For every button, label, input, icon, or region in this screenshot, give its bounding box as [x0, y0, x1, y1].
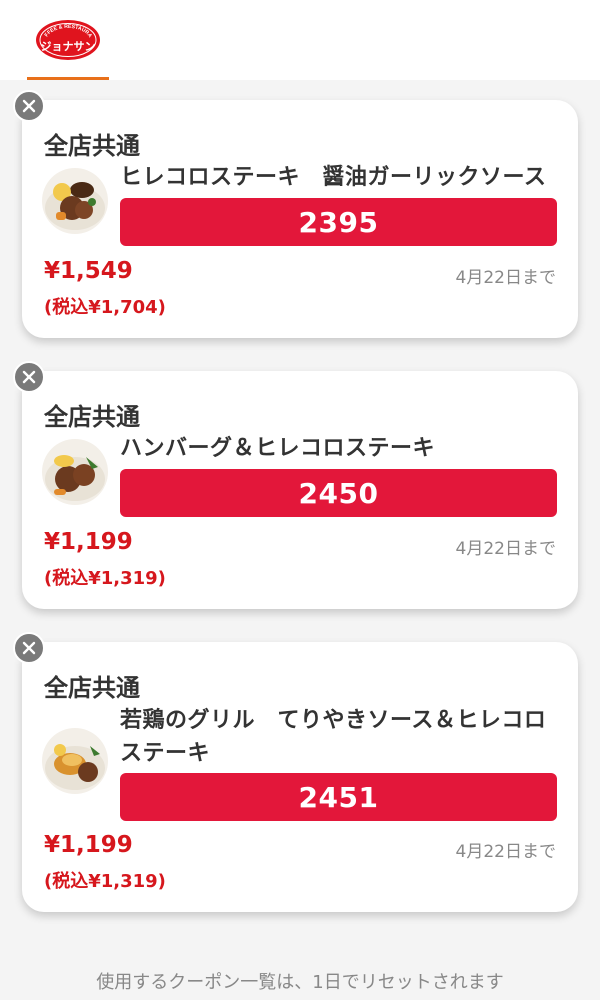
coupon-card[interactable]: 全店共通 ヒレコロステーキ 醤油ガーリックソース 2395 ¥1,549 (税込…: [22, 100, 578, 338]
food-image: [42, 439, 108, 505]
svg-text:ジョナサン: ジョナサン: [41, 40, 96, 53]
coupon-card[interactable]: 全店共通 若鶏のグリル てりやきソース＆ヒレコロステーキ 2451 ¥1,199…: [22, 642, 578, 912]
app-header: COFFEE & RESTAURANT ジョナサン: [0, 0, 600, 80]
brand-logo[interactable]: COFFEE & RESTAURANT ジョナサン: [33, 14, 101, 62]
coupon-title: 若鶏のグリル てりやきソース＆ヒレコロステーキ: [120, 708, 547, 766]
coupon-area: 全店共通: [44, 132, 140, 160]
coupon-expiry: 4月22日まで: [455, 842, 556, 862]
coupon-title: ハンバーグ＆ヒレコロステーキ: [120, 436, 436, 461]
coupon-code: 2395: [120, 198, 557, 246]
active-tab-indicator: [27, 77, 109, 80]
coupon-expiry: 4月22日まで: [455, 268, 556, 288]
coupon-price-tax: (税込¥1,704): [44, 297, 166, 318]
coupon-code: 2451: [120, 773, 557, 821]
coupon-area: 全店共通: [44, 403, 140, 431]
coupon-code: 2450: [120, 469, 557, 517]
food-image: [42, 168, 108, 234]
coupon-area: 全店共通: [44, 674, 140, 702]
reset-note: 使用するクーポン一覧は、1日でリセットされます: [96, 972, 504, 993]
coupon-price: ¥1,199: [44, 832, 133, 858]
coupon-price: ¥1,199: [44, 529, 133, 555]
close-icon[interactable]: [13, 632, 45, 664]
coupon-price: ¥1,549: [44, 258, 133, 284]
close-icon[interactable]: [13, 361, 45, 393]
coupon-expiry: 4月22日まで: [455, 539, 556, 559]
coupon-card[interactable]: 全店共通 ハンバーグ＆ヒレコロステーキ 2450 ¥1,199 (税込¥1,31…: [22, 371, 578, 609]
coupon-title: ヒレコロステーキ 醤油ガーリックソース: [120, 165, 547, 190]
coupon-price-tax: (税込¥1,319): [44, 871, 166, 892]
coupon-price-tax: (税込¥1,319): [44, 568, 166, 589]
food-image: [42, 728, 108, 794]
close-icon[interactable]: [13, 90, 45, 122]
